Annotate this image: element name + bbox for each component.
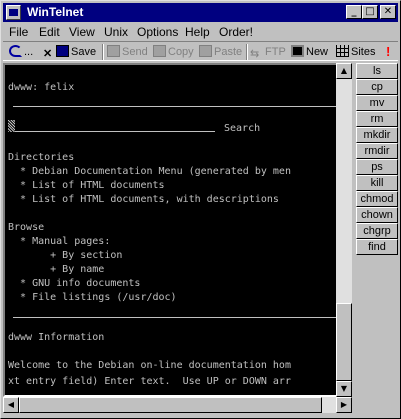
copy-label: Copy bbox=[168, 46, 194, 58]
scroll-right-icon[interactable]: ▶ bbox=[336, 397, 352, 413]
unix-command-panel: ls cp mv rm mkdir rmdir ps kill chmod ch… bbox=[356, 63, 398, 397]
paste-icon bbox=[199, 45, 212, 57]
close-button[interactable]: ✕ bbox=[380, 5, 396, 19]
menu-order[interactable]: Order! bbox=[219, 25, 253, 39]
send-label: Send bbox=[122, 46, 148, 58]
cmd-find-button[interactable]: find bbox=[356, 239, 398, 255]
sites-button[interactable]: Sites bbox=[336, 44, 375, 60]
scroll-left-icon[interactable]: ◀ bbox=[3, 397, 19, 413]
horizontal-scroll-thumb[interactable] bbox=[19, 397, 322, 413]
status-line: xt entry field) Enter text. Use UP or DO… bbox=[8, 376, 291, 387]
copy-icon bbox=[153, 45, 166, 57]
paste-button[interactable]: Paste bbox=[199, 44, 242, 60]
menu-file[interactable]: File bbox=[9, 25, 28, 39]
save-button[interactable]: Save bbox=[56, 44, 96, 60]
scroll-up-icon[interactable]: ▲ bbox=[336, 63, 352, 79]
scroll-down-icon[interactable]: ▼ bbox=[336, 381, 352, 397]
send-button[interactable]: Send bbox=[107, 44, 148, 60]
horizontal-rule bbox=[13, 317, 343, 318]
sites-label: Sites bbox=[351, 46, 376, 58]
vertical-scrollbar[interactable]: ▲ ▼ bbox=[336, 63, 352, 397]
cmd-mv-button[interactable]: mv bbox=[356, 95, 398, 111]
terminal-line[interactable]: * List of HTML documents, with descripti… bbox=[8, 194, 279, 206]
terminal-line: dwww Information bbox=[8, 332, 105, 343]
terminal-line: * Manual pages: bbox=[8, 236, 111, 247]
cmd-rm-button[interactable]: rm bbox=[356, 111, 398, 127]
menu-help[interactable]: Help bbox=[185, 25, 210, 39]
disk-icon bbox=[56, 45, 69, 57]
maximize-button[interactable]: □ bbox=[362, 5, 378, 19]
terminal-line[interactable]: * GNU info documents bbox=[8, 278, 140, 290]
x-icon: ✕ bbox=[43, 48, 53, 60]
cmd-rmdir-button[interactable]: rmdir bbox=[356, 143, 398, 159]
terminal-line[interactable]: + By section bbox=[8, 250, 122, 262]
terminal-line: Welcome to the Debian on-line documentat… bbox=[8, 360, 291, 371]
monitor-icon bbox=[291, 45, 304, 57]
wintelnet-window: WinTelnet _ □ ✕ File Edit View Unix Opti… bbox=[0, 0, 401, 419]
toolbar: ... ✕ Save Send Copy Paste ⇆ FTP New Site… bbox=[3, 41, 398, 61]
window-bottom-edge bbox=[3, 413, 398, 418]
toolbar-separator bbox=[102, 44, 104, 60]
minimize-button[interactable]: _ bbox=[346, 5, 362, 19]
search-link[interactable]: Search bbox=[224, 123, 260, 135]
save-label: Save bbox=[71, 46, 97, 58]
menu-bar: File Edit View Unix Options Help Order! bbox=[3, 23, 398, 41]
toolbar-separator bbox=[246, 44, 248, 60]
horizontal-scrollbar[interactable]: ◀ ▶ bbox=[3, 397, 352, 413]
undo-icon bbox=[9, 45, 22, 57]
cmd-chmod-button[interactable]: chmod bbox=[356, 191, 398, 207]
terminal-line[interactable]: * File listings (/usr/doc) bbox=[8, 292, 177, 304]
undo-button[interactable]: ... bbox=[9, 44, 33, 60]
terminal-line: dwww: felix bbox=[8, 82, 75, 93]
cmd-chown-button[interactable]: chown bbox=[356, 207, 398, 223]
cmd-ps-button[interactable]: ps bbox=[356, 159, 398, 175]
cmd-chgrp-button[interactable]: chgrp bbox=[356, 223, 398, 239]
terminal-line: Directories bbox=[8, 152, 75, 163]
dots-label: ... bbox=[24, 46, 34, 58]
vertical-scroll-thumb[interactable] bbox=[336, 303, 352, 381]
text-cursor bbox=[8, 120, 15, 132]
app-icon[interactable] bbox=[6, 5, 21, 20]
terminal-screen[interactable]: dwww: felix Search Directories * Debian … bbox=[3, 63, 352, 397]
menu-view[interactable]: View bbox=[69, 25, 95, 39]
cmd-kill-button[interactable]: kill bbox=[356, 175, 398, 191]
menu-options[interactable]: Options bbox=[137, 25, 178, 39]
send-icon bbox=[107, 45, 120, 57]
cmd-cp-button[interactable]: cp bbox=[356, 79, 398, 95]
terminal-line[interactable]: * List of HTML documents bbox=[8, 180, 165, 192]
search-input-underline[interactable] bbox=[15, 131, 215, 132]
new-label: New bbox=[306, 46, 329, 58]
cmd-ls-button[interactable]: ls bbox=[356, 63, 398, 79]
grid-icon bbox=[336, 45, 349, 57]
cmd-mkdir-button[interactable]: mkdir bbox=[356, 127, 398, 143]
menu-unix[interactable]: Unix bbox=[104, 25, 128, 39]
window-title: WinTelnet bbox=[27, 5, 84, 19]
ftp-label: FTP bbox=[265, 46, 286, 58]
alert-icon[interactable]: ! bbox=[386, 44, 390, 60]
ftp-icon: ⇆ bbox=[250, 48, 260, 60]
terminal-line[interactable]: * Debian Documentation Menu (generated b… bbox=[8, 166, 291, 178]
ftp-button[interactable]: ⇆ FTP bbox=[250, 44, 286, 60]
menu-edit[interactable]: Edit bbox=[39, 25, 60, 39]
title-bar[interactable]: WinTelnet _ □ ✕ bbox=[3, 3, 398, 22]
horizontal-rule bbox=[13, 106, 343, 107]
copy-button[interactable]: Copy bbox=[153, 44, 194, 60]
terminal-line[interactable]: + By name bbox=[8, 264, 104, 276]
new-button[interactable]: New bbox=[291, 44, 328, 60]
terminal-line: Browse bbox=[8, 222, 45, 233]
paste-label: Paste bbox=[214, 46, 243, 58]
